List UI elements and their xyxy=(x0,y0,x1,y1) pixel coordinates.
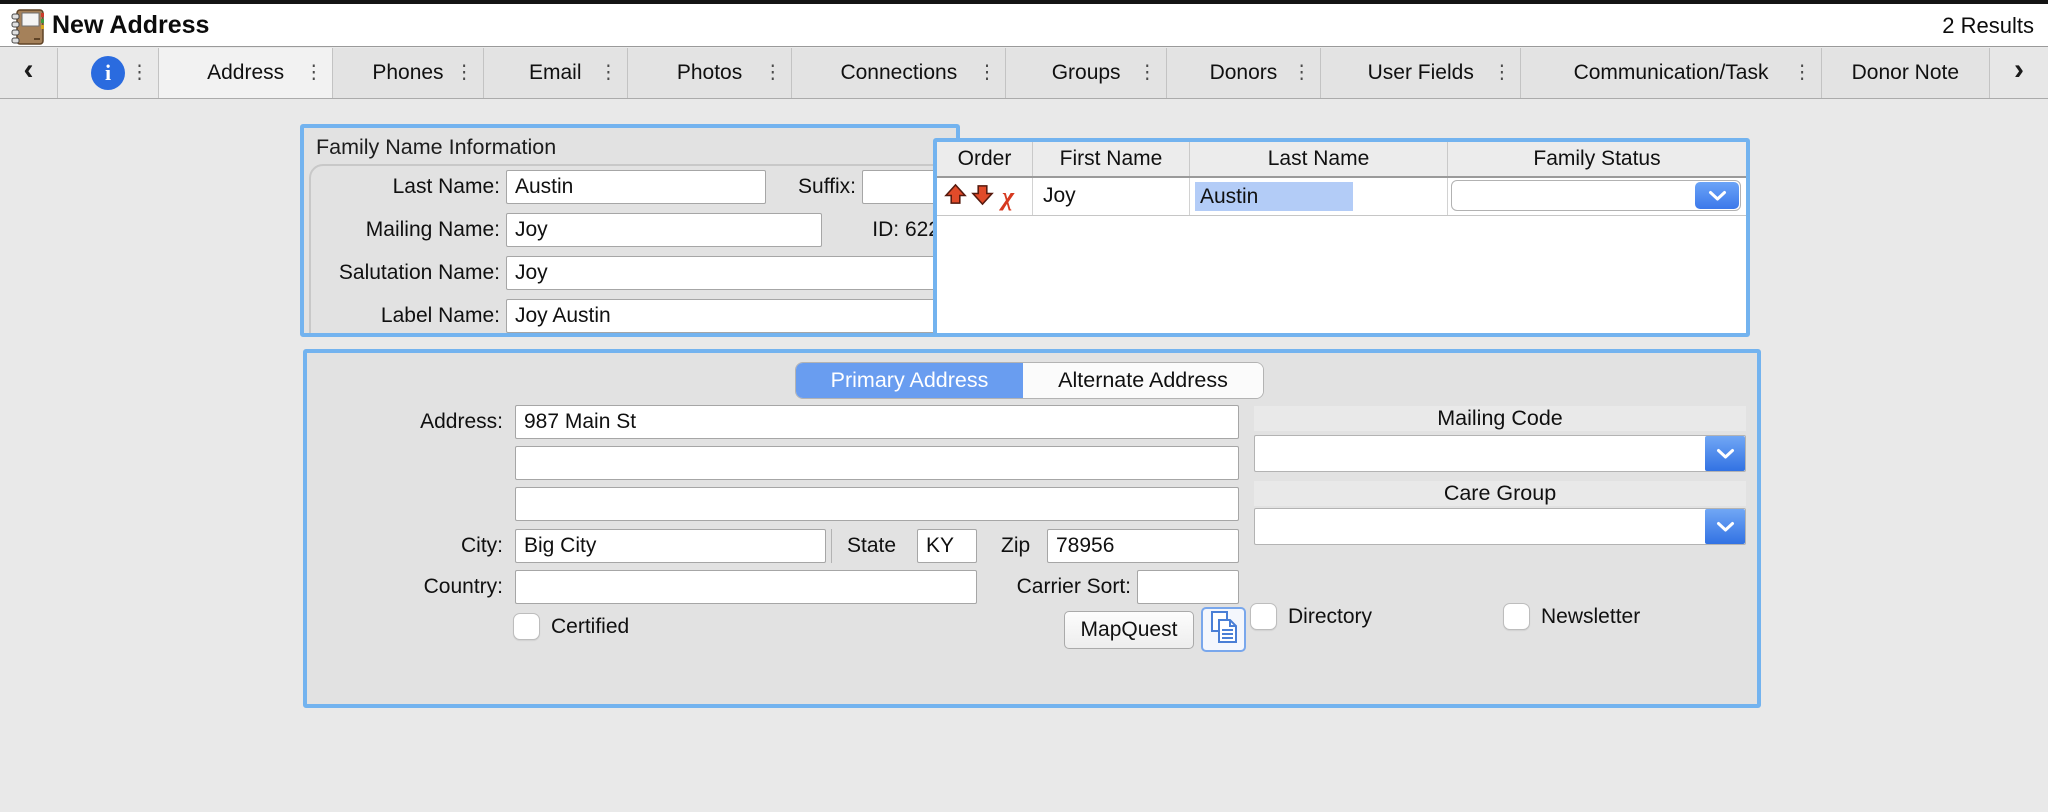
column-header-family-status: Family Status xyxy=(1447,142,1746,176)
tab-groups[interactable]: Groups ⋮ xyxy=(1005,48,1165,98)
address-tab-group: Primary Address Alternate Address xyxy=(795,362,1264,399)
address-line3-field[interactable] xyxy=(515,487,1239,521)
copy-icon xyxy=(1209,610,1239,649)
state-label: State xyxy=(847,529,896,563)
column-header-order: Order xyxy=(937,142,1032,176)
country-field[interactable] xyxy=(515,570,977,604)
family-info-title: Family Name Information xyxy=(316,135,556,160)
title-bar: New Address 2 Results xyxy=(0,0,2048,47)
last-name-field[interactable] xyxy=(506,170,766,204)
family-status-cell xyxy=(1447,178,1746,215)
table-header-row: Order First Name Last Name Family Status xyxy=(937,142,1746,178)
tab-communication-task[interactable]: Communication/Task ⋮ xyxy=(1520,48,1820,98)
mailing-name-label: Mailing Name: xyxy=(304,213,500,247)
copy-address-button[interactable] xyxy=(1201,607,1246,652)
tab-primary-address[interactable]: Primary Address xyxy=(796,363,1023,398)
table-row[interactable]: χ Joy Austin xyxy=(937,178,1746,216)
newsletter-label: Newsletter xyxy=(1541,603,1640,630)
move-down-icon[interactable] xyxy=(971,183,994,211)
tab-phones[interactable]: Phones ⋮ xyxy=(332,48,482,98)
move-up-icon[interactable] xyxy=(944,183,967,211)
mailing-code-label: Mailing Code xyxy=(1254,406,1746,431)
first-name-cell[interactable]: Joy xyxy=(1032,178,1189,215)
tab-menu-dots-icon[interactable]: ⋮ xyxy=(1793,62,1812,85)
address-line1-field[interactable] xyxy=(515,405,1239,439)
selected-text: Austin xyxy=(1195,182,1353,211)
divider xyxy=(831,529,832,563)
address-book-icon xyxy=(10,8,46,51)
address-line2-field[interactable] xyxy=(515,446,1239,480)
state-field[interactable] xyxy=(917,529,977,563)
record-id-label: ID: 622 xyxy=(744,213,940,247)
column-header-first-name: First Name xyxy=(1032,142,1189,176)
mailing-code-select[interactable] xyxy=(1254,435,1746,472)
dropdown-chevron-icon[interactable] xyxy=(1705,436,1745,471)
scroll-tabs-right-button[interactable]: › xyxy=(1989,48,2048,98)
last-name-label: Last Name: xyxy=(304,170,500,204)
tab-menu-dots-icon[interactable]: ⋮ xyxy=(1138,62,1157,85)
address-label: Address: xyxy=(307,405,503,439)
mapquest-button[interactable]: MapQuest xyxy=(1064,611,1194,649)
family-name-information-panel: Family Name Information Last Name: Suffi… xyxy=(300,124,960,337)
tab-info[interactable]: i ⋮ xyxy=(57,48,158,98)
carrier-sort-field[interactable] xyxy=(1137,570,1239,604)
tab-menu-dots-icon[interactable]: ⋮ xyxy=(1492,62,1511,85)
tab-donors[interactable]: Donors ⋮ xyxy=(1166,48,1320,98)
tab-user-fields[interactable]: User Fields ⋮ xyxy=(1320,48,1520,98)
tab-connections[interactable]: Connections ⋮ xyxy=(791,48,1005,98)
carrier-sort-label: Carrier Sort: xyxy=(927,570,1131,604)
tab-address[interactable]: Address ⋮ xyxy=(158,48,332,98)
column-header-last-name: Last Name xyxy=(1189,142,1447,176)
tab-alternate-address[interactable]: Alternate Address xyxy=(1023,363,1263,398)
tab-menu-dots-icon[interactable]: ⋮ xyxy=(1292,62,1311,85)
newsletter-checkbox[interactable] xyxy=(1503,603,1530,630)
address-panel: Primary Address Alternate Address Addres… xyxy=(303,349,1761,708)
zip-field[interactable] xyxy=(1047,529,1239,563)
cut-icon[interactable]: χ xyxy=(1002,184,1014,210)
family-members-table: Order First Name Last Name Family Status… xyxy=(933,138,1750,337)
order-cell: χ xyxy=(937,178,1032,215)
salutation-name-field[interactable] xyxy=(506,256,942,290)
tab-menu-dots-icon[interactable]: ⋮ xyxy=(304,62,323,85)
results-count: 2 Results xyxy=(1942,13,2034,39)
last-name-cell[interactable]: Austin xyxy=(1189,178,1447,215)
directory-label: Directory xyxy=(1288,603,1372,630)
zip-label: Zip xyxy=(1001,529,1030,563)
label-name-field[interactable] xyxy=(506,299,942,333)
city-label: City: xyxy=(307,529,503,563)
tab-menu-dots-icon[interactable]: ⋮ xyxy=(130,62,149,85)
care-group-select[interactable] xyxy=(1254,508,1746,545)
tab-menu-dots-icon[interactable]: ⋮ xyxy=(977,62,996,85)
tab-email[interactable]: Email ⋮ xyxy=(483,48,627,98)
country-label: Country: xyxy=(307,570,503,604)
city-field[interactable] xyxy=(515,529,826,563)
directory-checkbox[interactable] xyxy=(1250,603,1277,630)
family-status-select[interactable] xyxy=(1451,180,1741,211)
info-icon: i xyxy=(91,56,125,90)
page-title: New Address xyxy=(52,11,209,40)
dropdown-chevron-icon[interactable] xyxy=(1695,182,1739,209)
certified-label: Certified xyxy=(551,613,629,640)
chevron-left-icon: ‹ xyxy=(24,55,34,91)
suffix-field[interactable] xyxy=(862,170,942,204)
tab-photos[interactable]: Photos ⋮ xyxy=(627,48,791,98)
chevron-right-icon: › xyxy=(2014,55,2024,91)
tab-bar: ‹ i ⋮ Address ⋮ Phones ⋮ Email ⋮ Photos … xyxy=(0,48,2048,99)
suffix-label: Suffix: xyxy=(744,170,856,204)
dropdown-chevron-icon[interactable] xyxy=(1705,509,1745,544)
tab-menu-dots-icon[interactable]: ⋮ xyxy=(455,62,474,85)
tab-menu-dots-icon[interactable]: ⋮ xyxy=(763,62,782,85)
label-name-label: Label Name: xyxy=(304,299,500,333)
scroll-tabs-left-button[interactable]: ‹ xyxy=(0,48,57,98)
care-group-label: Care Group xyxy=(1254,481,1746,506)
tab-donor-note[interactable]: Donor Note xyxy=(1821,48,1989,98)
certified-checkbox[interactable] xyxy=(513,613,540,640)
salutation-name-label: Salutation Name: xyxy=(304,256,500,290)
app-window: New Address 2 Results ‹ i ⋮ Address ⋮ Ph… xyxy=(0,0,2048,812)
tab-menu-dots-icon[interactable]: ⋮ xyxy=(599,62,618,85)
